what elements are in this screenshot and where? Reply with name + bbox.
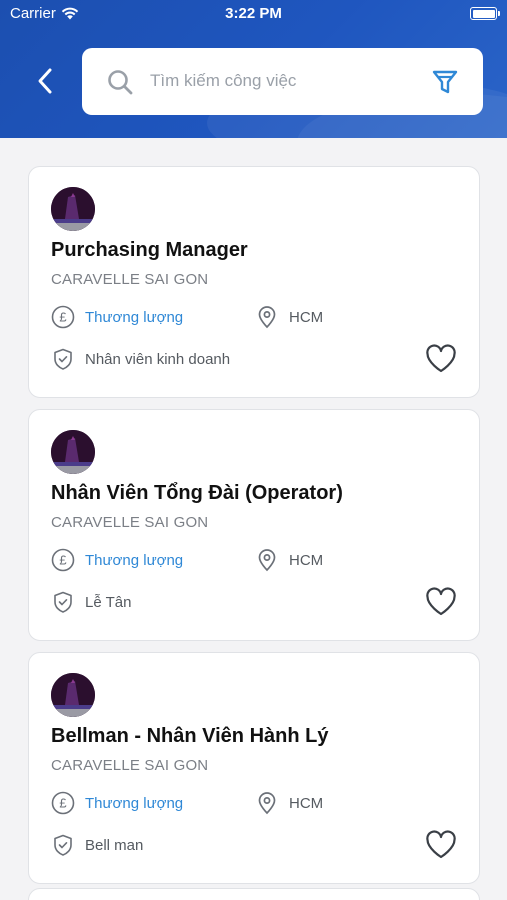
category-label: Lễ Tân [85,593,132,611]
search-bar [82,48,483,115]
location-pin-icon [258,306,276,329]
location-info: HCM [255,791,323,815]
location-label: HCM [289,551,324,569]
location-pin-icon [258,792,276,815]
job-title: Nhân Viên Tổng Đài (Operator) [51,482,343,504]
job-card-partial[interactable] [28,888,480,900]
job-card[interactable]: Purchasing Manager CARAVELLE SAI GON £ T… [28,166,480,398]
shield-check-icon [54,591,72,613]
app-header: Carrier 3:22 PM [0,0,507,138]
svg-text:£: £ [59,553,67,568]
company-name: CARAVELLE SAI GON [51,757,209,774]
battery-icon [470,7,500,20]
company-logo [51,187,95,231]
salary-info: £ Thương lượng [51,791,183,815]
company-logo [51,673,95,717]
category-info: Bell man [51,833,143,857]
category-info: Lễ Tân [51,590,131,614]
location-pin-icon [258,549,276,572]
category-label: Nhân viên kinh doanh [85,350,231,368]
company-name: CARAVELLE SAI GON [51,271,209,288]
back-button[interactable] [28,64,62,98]
job-title: Purchasing Manager [51,239,248,261]
heart-icon[interactable] [425,344,457,374]
location-label: HCM [289,794,324,812]
job-title: Bellman - Nhân Viên Hành Lý [51,725,329,747]
category-label: Bell man [85,836,144,854]
shield-check-icon [54,348,72,370]
salary-info: £ Thương lượng [51,548,183,572]
svg-text:£: £ [59,796,67,811]
shield-check-icon [54,834,72,856]
company-logo [51,430,95,474]
svg-text:£: £ [59,310,67,325]
chevron-left-icon [38,68,52,94]
category-info: Nhân viên kinh doanh [51,347,230,371]
heart-icon[interactable] [425,830,457,860]
location-info: HCM [255,305,323,329]
pound-coin-icon: £ [51,305,75,329]
search-input[interactable] [150,62,420,100]
location-label: HCM [289,308,324,326]
salary-label: Thương lượng [85,551,184,569]
salary-label: Thương lượng [85,308,184,326]
job-card[interactable]: Bellman - Nhân Viên Hành Lý CARAVELLE SA… [28,652,480,884]
salary-info: £ Thương lượng [51,305,183,329]
location-info: HCM [255,548,323,572]
heart-icon[interactable] [425,587,457,617]
salary-label: Thương lượng [85,794,184,812]
status-time: 3:22 PM [225,5,282,22]
pound-coin-icon: £ [51,548,75,572]
job-card[interactable]: Nhân Viên Tổng Đài (Operator) CARAVELLE … [28,409,480,641]
search-icon [108,70,133,95]
status-bar: Carrier 3:22 PM [0,0,507,28]
pound-coin-icon: £ [51,791,75,815]
filter-icon[interactable] [431,68,459,96]
company-name: CARAVELLE SAI GON [51,514,209,531]
